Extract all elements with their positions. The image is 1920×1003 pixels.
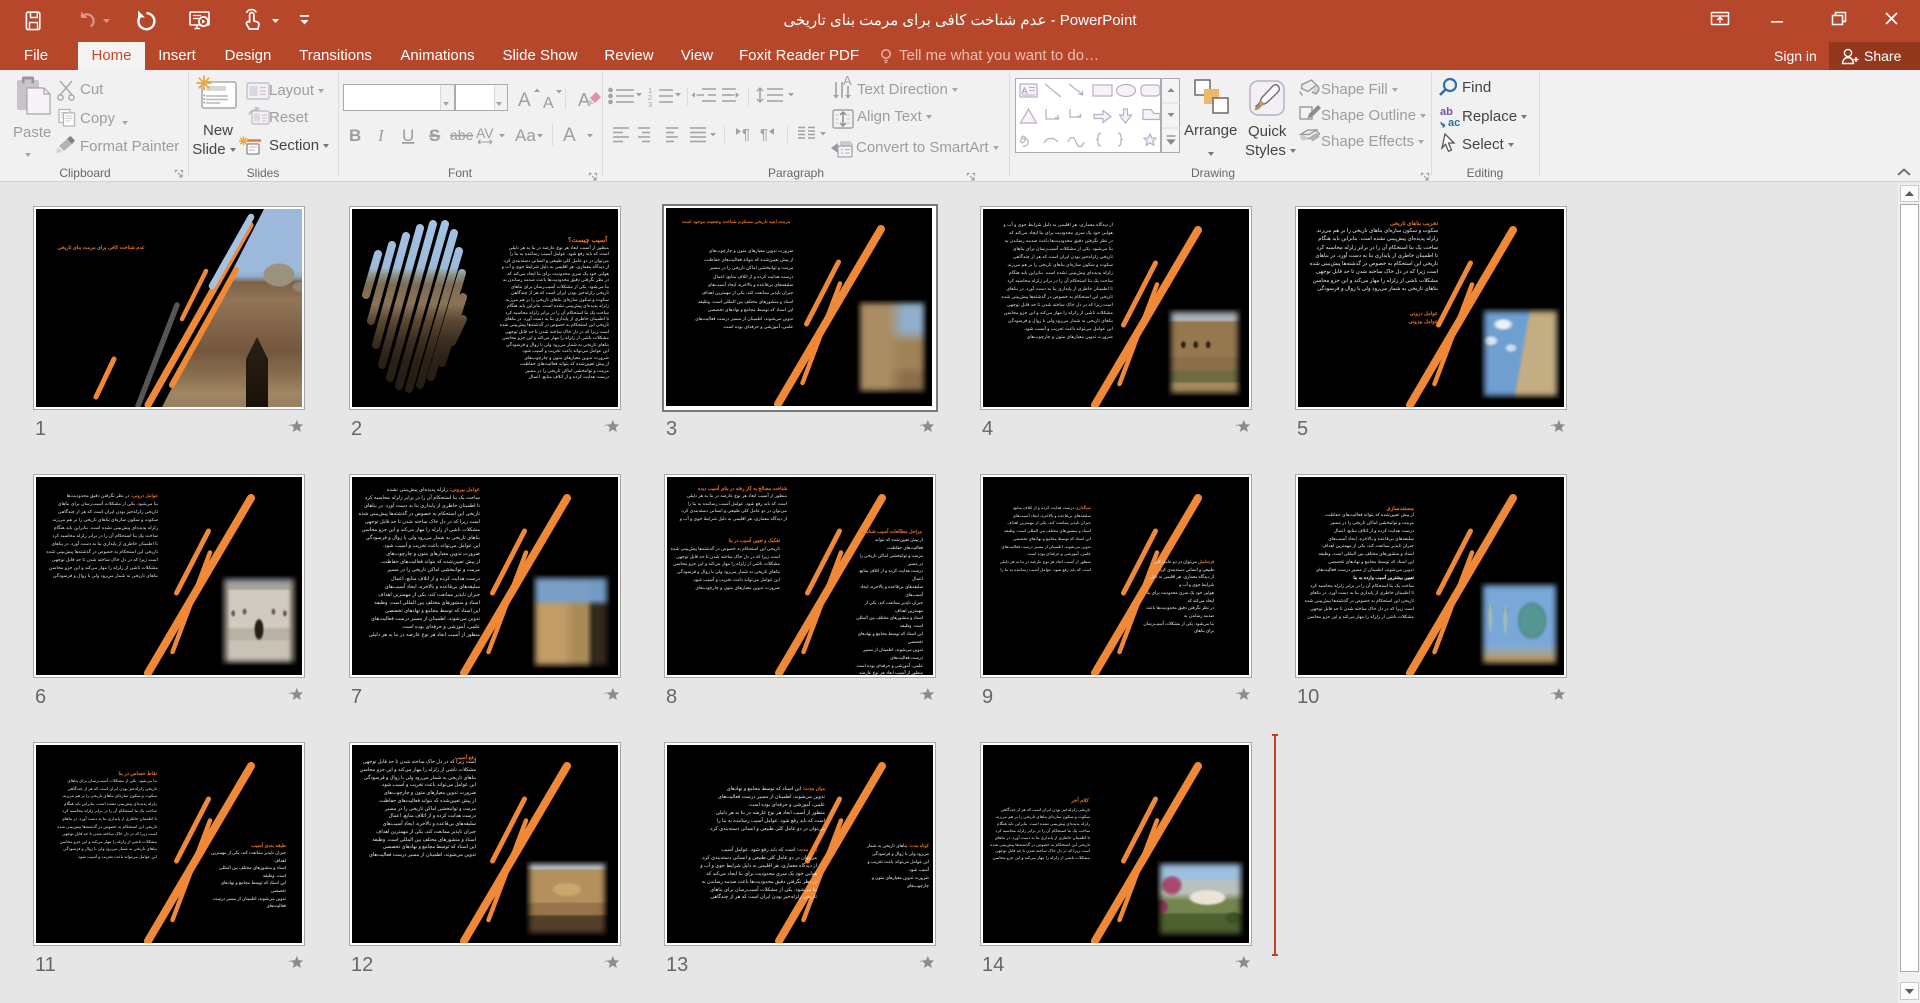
svg-text:U: U [402,126,414,145]
svg-text:B: B [349,126,361,145]
svg-text:AV: AV [476,125,494,141]
svg-text:I: I [377,126,385,145]
svg-text:A: A [843,73,852,88]
svg-text:A: A [518,90,531,111]
svg-text:ac: ac [1448,117,1460,129]
svg-text:¶: ¶ [742,126,750,143]
svg-text:abe: abe [450,127,474,143]
svg-text:¶: ¶ [760,126,768,143]
svg-text:3: 3 [648,100,652,109]
svg-text:A: A [578,90,590,110]
svg-text:S: S [429,126,440,145]
svg-text:Aa: Aa [515,126,536,145]
svg-text:A: A [543,95,554,112]
svg-text:A: A [563,125,576,146]
